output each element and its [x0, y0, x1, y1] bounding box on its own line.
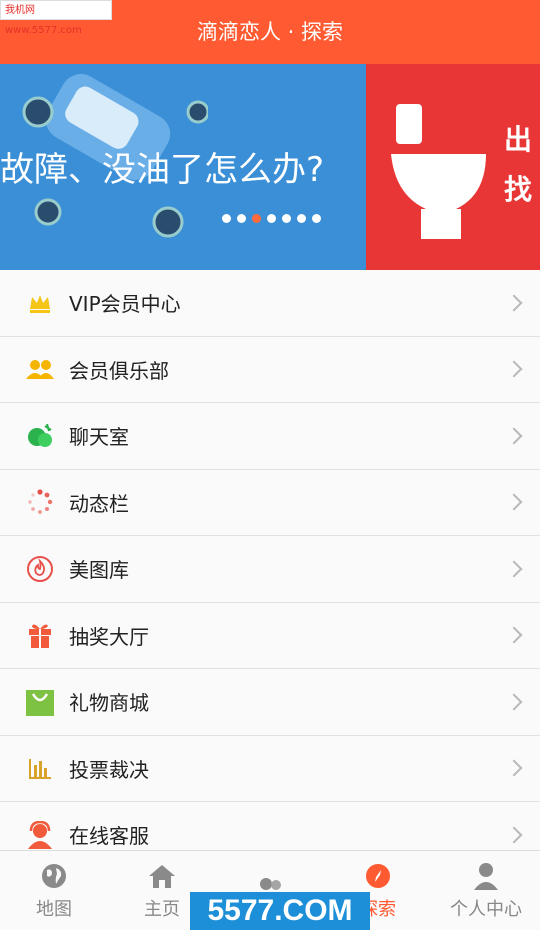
tab-label: 主页 — [144, 898, 180, 920]
menu-item-label: 会员俱乐部 — [69, 358, 169, 383]
menu-item-label: 礼物商城 — [69, 691, 149, 716]
carousel-dot-active[interactable] — [252, 214, 261, 223]
menu-item-label: 在线客服 — [69, 824, 149, 849]
crown-icon — [26, 289, 54, 317]
chevron-right-icon — [505, 826, 523, 844]
toilet-icon — [391, 104, 486, 239]
banner-caption: 故障、没油了怎么办? — [0, 150, 325, 190]
carousel-dot[interactable] — [222, 214, 231, 223]
carousel-dot[interactable] — [297, 214, 306, 223]
bar-chart-icon — [26, 754, 54, 782]
banner-carousel[interactable]: 故障、没油了怎么办? 出 找 — [0, 64, 540, 270]
chevron-right-icon — [505, 493, 523, 511]
tab-label: 个人中心 — [450, 898, 522, 920]
menu-item-label: VIP会员中心 — [69, 292, 181, 317]
banner-slide-roadside[interactable]: 故障、没油了怎么办? — [0, 64, 366, 270]
watermark-bottom: 5577.COM — [190, 892, 370, 930]
chevron-right-icon — [505, 560, 523, 578]
home-icon — [147, 861, 177, 891]
banner-slide2-line2: 找 — [504, 173, 533, 206]
page-title: 滴滴恋人 · 探索 — [196, 20, 344, 44]
watermark-top: 我机网 www.5577.com — [0, 0, 112, 36]
chevron-right-icon — [505, 294, 523, 312]
flame-icon — [26, 555, 54, 583]
person-icon — [471, 861, 501, 891]
menu-item-gallery[interactable]: 美图库 — [0, 536, 540, 603]
chevron-right-icon — [505, 360, 523, 378]
compass-icon — [363, 861, 393, 891]
tab-label: 地图 — [36, 898, 72, 920]
banner-slide2-line1: 出 — [504, 123, 533, 156]
menu-item-label: 美图库 — [69, 558, 129, 583]
carousel-dot[interactable] — [312, 214, 321, 223]
menu-item-vote[interactable]: 投票裁决 — [0, 735, 540, 802]
feature-menu: VIP会员中心 会员俱乐部 聊天室 动态栏 美图库 抽奖大厅 礼物商城 投票裁决… — [0, 270, 540, 869]
tab-map[interactable]: 地图 — [0, 851, 108, 930]
menu-item-label: 抽奖大厅 — [69, 624, 149, 649]
carousel-dot[interactable] — [282, 214, 291, 223]
menu-item-club[interactable]: 会员俱乐部 — [0, 336, 540, 403]
globe-icon — [39, 861, 69, 891]
banner-slide-next[interactable]: 出 找 — [366, 64, 540, 270]
group-icon — [26, 355, 54, 383]
spinner-icon — [26, 488, 54, 516]
menu-item-gift-shop[interactable]: 礼物商城 — [0, 669, 540, 736]
support-agent-icon — [26, 820, 54, 849]
menu-item-label: 聊天室 — [69, 425, 129, 450]
chevron-right-icon — [505, 693, 523, 711]
menu-item-feed[interactable]: 动态栏 — [0, 469, 540, 536]
menu-item-label: 动态栏 — [69, 491, 129, 516]
shopping-bag-icon — [26, 688, 54, 716]
chat-icon — [26, 422, 54, 450]
menu-item-label: 投票裁决 — [69, 757, 149, 782]
carousel-indicator[interactable] — [222, 214, 321, 223]
chevron-right-icon — [505, 759, 523, 777]
chevron-right-icon — [505, 427, 523, 445]
menu-item-chatroom[interactable]: 聊天室 — [0, 403, 540, 470]
tab-profile[interactable]: 个人中心 — [432, 851, 540, 930]
menu-item-lottery[interactable]: 抽奖大厅 — [0, 602, 540, 669]
menu-item-vip[interactable]: VIP会员中心 — [0, 270, 540, 337]
carousel-dot[interactable] — [237, 214, 246, 223]
chevron-right-icon — [505, 626, 523, 644]
carousel-dot[interactable] — [267, 214, 276, 223]
gift-icon — [26, 621, 54, 649]
